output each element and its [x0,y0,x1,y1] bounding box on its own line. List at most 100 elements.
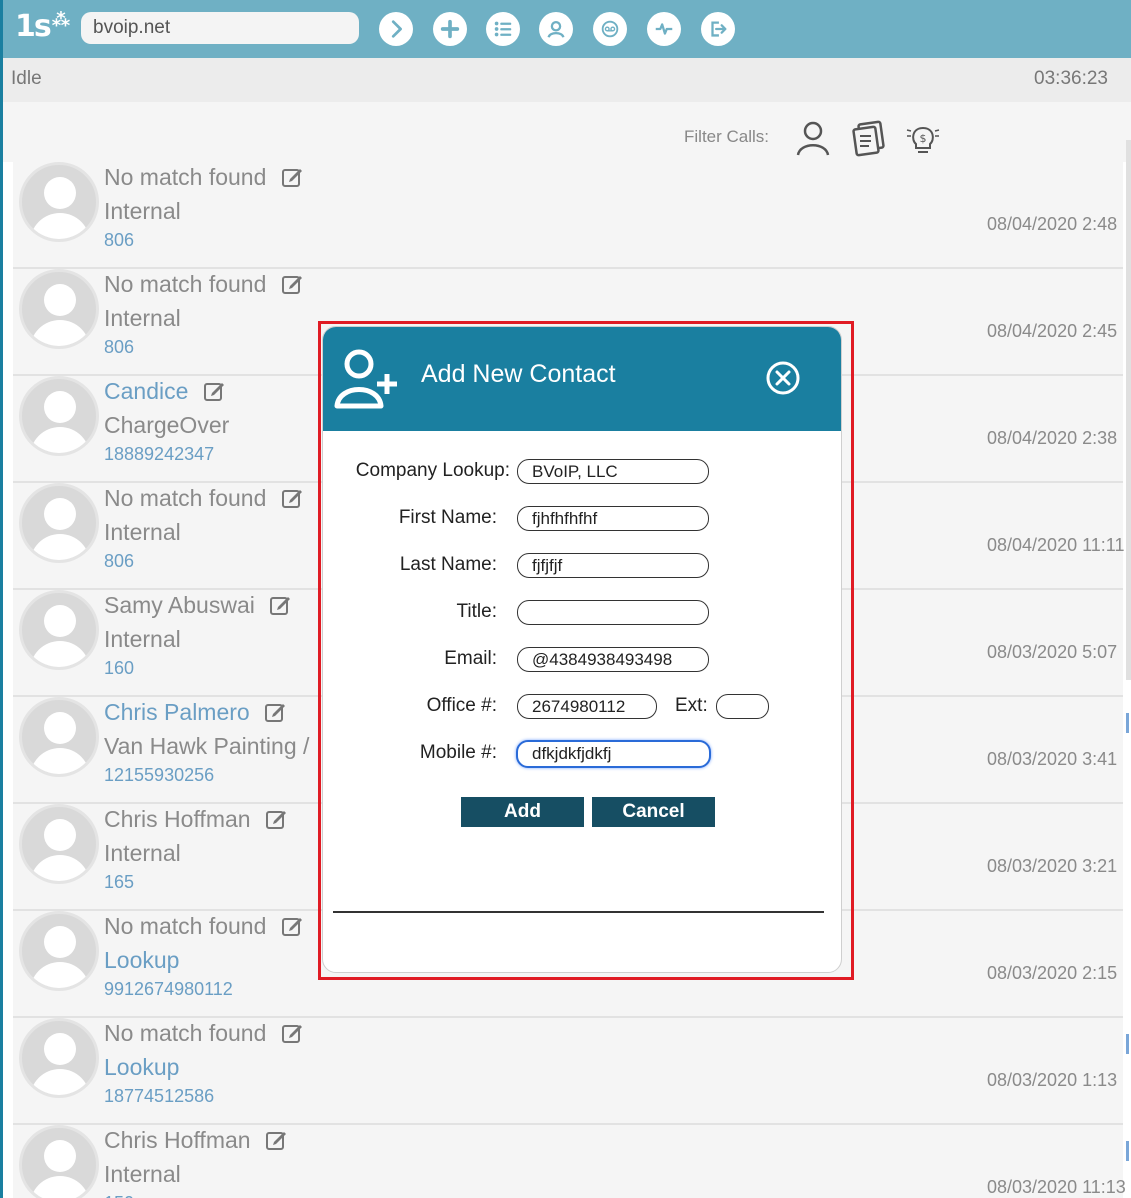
contact-company: ChargeOver [104,412,230,438]
edit-icon[interactable] [281,487,303,509]
add-button[interactable]: Add [461,797,584,827]
call-row[interactable]: No match found Internal 806 08/04/2020 2… [13,162,1123,269]
phone-number[interactable]: 160 [104,658,134,679]
call-timestamp: 08/04/2020 2:38 [987,428,1118,448]
idea-money-icon[interactable]: $ [903,118,943,158]
call-timestamp: 08/03/2020 3:41 [987,749,1118,769]
person-icon[interactable] [793,118,833,158]
avatar [19,1125,99,1198]
cancel-button[interactable]: Cancel [592,797,715,827]
add-user-icon [334,349,397,409]
contact-name[interactable]: No match found [104,164,303,191]
phone-number[interactable]: 165 [104,872,134,893]
dialog-header: Add New Contact [323,327,841,431]
status-bar: Idle 03:36:23 [3,58,1131,102]
contact-company: Internal [104,198,181,224]
contact-company: Internal [104,626,181,652]
svg-text:$: $ [920,132,927,145]
call-timestamp: 08/03/2020 11:13 [987,1177,1126,1197]
chevron-right-icon[interactable] [379,12,413,46]
avatar [19,483,99,563]
contact-name[interactable]: No match found [104,271,303,298]
contacts-book-icon[interactable] [849,118,889,158]
avatar [19,590,99,670]
softphone-app: 1s⁂ Idle 03:36:23 Filter Calls: [0,0,1131,1198]
contact-name[interactable]: Chris Hoffman [104,806,287,833]
avatar [19,162,99,242]
call-row[interactable]: Chris Hoffman Internal 150 08/03/2020 11… [13,1125,1129,1198]
edit-icon[interactable] [203,380,225,402]
edit-icon[interactable] [281,1022,303,1044]
avatar [19,911,99,991]
call-timestamp: 08/03/2020 5:07 [987,642,1118,662]
call-indicator [1126,713,1129,733]
edit-icon[interactable] [269,594,291,616]
clock: 03:36:23 [1034,68,1108,89]
contact-company: Van Hawk Painting / [104,733,310,759]
edit-icon[interactable] [281,166,303,188]
company-lookup-input[interactable] [517,459,709,484]
phone-number[interactable]: 806 [104,551,134,572]
phone-number[interactable]: 806 [104,337,134,358]
email-input[interactable] [517,647,709,672]
first-name-input[interactable] [517,506,709,531]
contact-name[interactable]: Chris Palmero [104,699,286,726]
call-row[interactable]: No match found Lookup 18774512586 08/03/… [13,1018,1129,1125]
phone-number[interactable]: 150 [104,1193,134,1198]
contact-company[interactable]: Lookup [104,947,179,974]
contact-name[interactable]: No match found [104,1020,303,1047]
phone-number[interactable]: 12155930256 [104,765,214,786]
call-indicator [1126,1034,1129,1054]
title-input[interactable] [517,600,709,625]
edit-icon[interactable] [281,273,303,295]
avatar [19,376,99,456]
contact-company: Internal [104,1161,181,1187]
edit-icon[interactable] [264,701,286,723]
plus-icon[interactable] [433,12,467,46]
call-state: Idle [11,68,42,89]
phone-number[interactable]: 18889242347 [104,444,214,465]
contact-company: Internal [104,840,181,866]
mobile-number-label: Mobile #: [419,742,497,763]
contact-name[interactable]: No match found [104,913,303,940]
domain-input[interactable] [81,12,359,44]
ext-input[interactable] [716,694,769,719]
dialog-title: Add New Contact [421,360,616,388]
scrollbar[interactable] [1126,140,1131,680]
phone-number[interactable]: 806 [104,230,134,251]
call-timestamp: 08/03/2020 1:13 [987,1070,1118,1090]
contact-company: Internal [104,305,181,331]
contact-name[interactable]: Chris Hoffman [104,1127,287,1154]
divider [333,911,824,913]
title-label: Title: [456,601,497,622]
edit-icon[interactable] [265,808,287,830]
company-lookup-label: Company Lookup: [355,460,510,481]
mobile-number-input[interactable] [516,740,711,768]
contact-company: Internal [104,519,181,545]
avatar [19,697,99,777]
voicemail-icon[interactable] [593,12,627,46]
activity-icon[interactable] [647,12,681,46]
edit-icon[interactable] [281,915,303,937]
first-name-label: First Name: [398,507,497,528]
contact-name[interactable]: Candice [104,378,225,405]
close-icon[interactable] [765,360,801,396]
top-toolbar: 1s ⁂ [3,0,1131,58]
contact-name[interactable]: Samy Abuswai [104,592,291,619]
office-number-label: Office #: [426,695,497,716]
avatar [19,269,99,349]
last-name-input[interactable] [517,553,709,578]
filter-label: Filter Calls: [684,127,770,146]
list-icon[interactable] [486,12,520,46]
contact-icon[interactable] [539,12,573,46]
logout-icon[interactable] [701,12,735,46]
call-timestamp: 08/03/2020 2:15 [987,963,1118,983]
contact-name[interactable]: No match found [104,485,303,512]
call-timestamp: 08/04/2020 2:48 [987,214,1118,234]
phone-number[interactable]: 9912674980112 [104,979,233,1000]
phone-number[interactable]: 18774512586 [104,1086,214,1107]
office-number-input[interactable] [517,694,657,719]
edit-icon[interactable] [265,1129,287,1151]
avatar [19,804,99,884]
contact-company[interactable]: Lookup [104,1054,179,1081]
